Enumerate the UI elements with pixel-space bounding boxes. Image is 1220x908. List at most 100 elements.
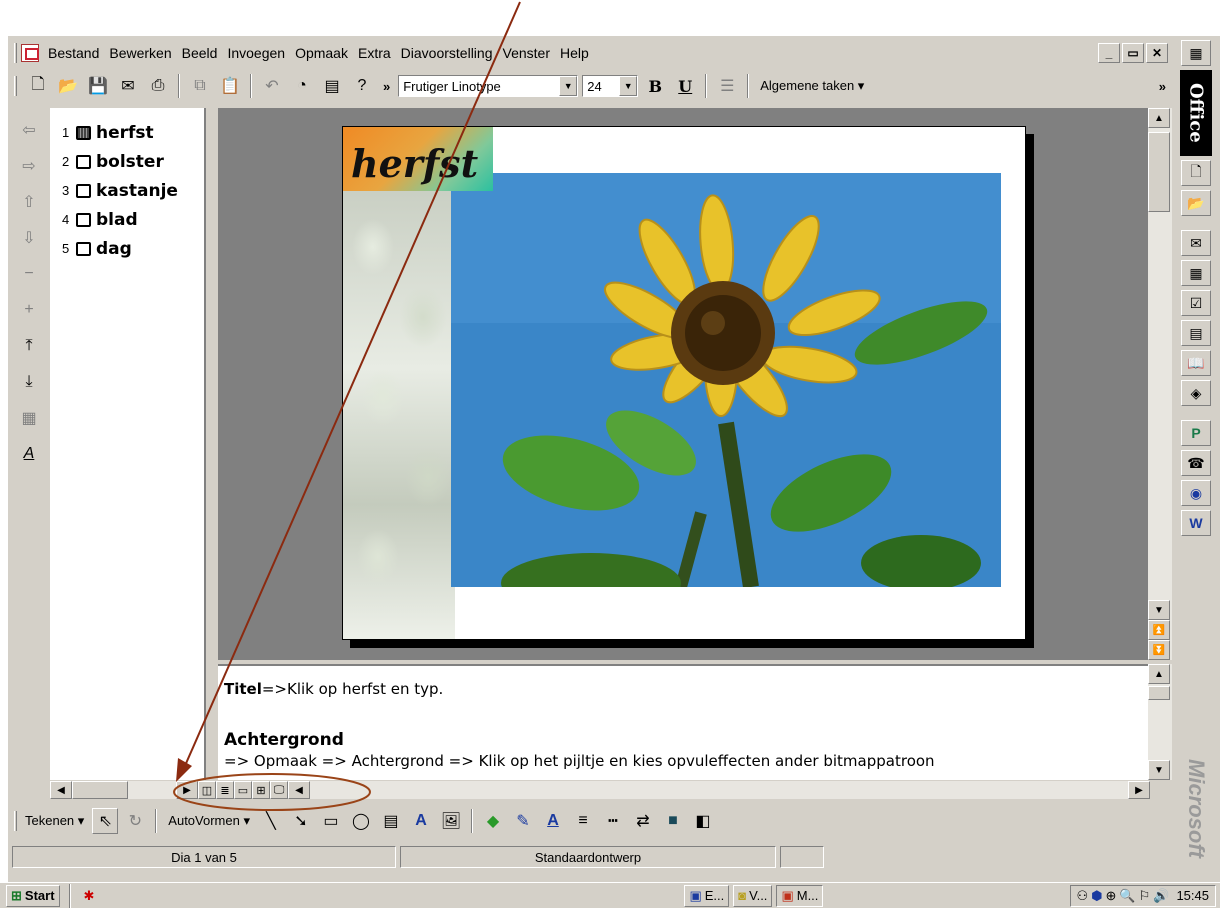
- text-box-icon[interactable]: ▤: [378, 808, 404, 834]
- scroll-thumb[interactable]: [1148, 132, 1170, 212]
- demote-icon[interactable]: ⇨: [15, 154, 43, 178]
- previous-slide-button[interactable]: ⏫: [1148, 620, 1170, 640]
- tray-bookmark-icon[interactable]: ⚐: [1139, 888, 1151, 904]
- toolbar-grip[interactable]: [14, 76, 17, 96]
- collapse-icon[interactable]: −: [15, 262, 43, 286]
- email-icon[interactable]: ✉: [115, 73, 141, 99]
- drawbar-grip[interactable]: [14, 811, 17, 831]
- paste-icon[interactable]: 📋: [217, 73, 243, 99]
- slide-title[interactable]: blad: [96, 210, 138, 230]
- new-journal-icon[interactable]: 📖: [1181, 350, 1211, 376]
- hscroll-left-button[interactable]: ◀: [50, 781, 72, 799]
- hscroll-right-button[interactable]: ▶: [176, 781, 198, 799]
- tray-shield-icon[interactable]: ⬢: [1091, 888, 1102, 904]
- toolbar-more-chevron-2[interactable]: »: [1159, 79, 1166, 94]
- clip-art-icon[interactable]: 🖼: [438, 808, 464, 834]
- outline-slide[interactable]: 5 dag: [50, 234, 204, 263]
- task-button-viewer[interactable]: ◙ V...: [733, 884, 773, 907]
- summary-slide-icon[interactable]: ▦: [15, 406, 43, 430]
- tray-network-icon[interactable]: ⚇: [1077, 888, 1089, 904]
- save-icon[interactable]: 💾: [85, 73, 111, 99]
- new-task-icon[interactable]: ☑: [1181, 290, 1211, 316]
- copy-icon[interactable]: ⧉: [187, 73, 213, 99]
- tray-volume-icon[interactable]: 🔊: [1153, 888, 1169, 904]
- hscroll-thumb[interactable]: [72, 781, 128, 799]
- 3d-icon[interactable]: ◧: [690, 808, 716, 834]
- menu-invoegen[interactable]: Invoegen: [222, 42, 290, 64]
- hscroll-left-button-2[interactable]: ◀: [288, 781, 310, 799]
- new-note-icon[interactable]: ◈: [1181, 380, 1211, 406]
- hscroll-track[interactable]: [128, 781, 176, 799]
- scroll-thumb[interactable]: [1148, 686, 1170, 700]
- expand-all-icon[interactable]: ⤓: [15, 370, 43, 394]
- minimize-button[interactable]: _: [1098, 43, 1120, 63]
- underline-button[interactable]: U: [672, 73, 698, 99]
- expand-icon[interactable]: +: [15, 298, 43, 322]
- font-color-icon[interactable]: A: [540, 808, 566, 834]
- select-pointer-icon[interactable]: ⇖: [92, 808, 119, 834]
- task-button-powerpoint[interactable]: ▣ M...: [776, 884, 824, 907]
- menu-bewerken[interactable]: Bewerken: [104, 42, 176, 64]
- office-menu-icon[interactable]: ▦: [1181, 40, 1211, 66]
- wordart-icon[interactable]: A: [408, 808, 434, 834]
- toolbar-more-chevron[interactable]: »: [383, 79, 390, 94]
- new-document-icon[interactable]: 🗋: [25, 73, 51, 99]
- quick-launch-icon[interactable]: ✱: [80, 885, 99, 907]
- sunflower-photo[interactable]: [451, 173, 1001, 587]
- move-up-icon[interactable]: ⇧: [15, 190, 43, 214]
- start-button[interactable]: ⊞ Start: [6, 884, 60, 907]
- scroll-up-button[interactable]: ▲: [1148, 664, 1170, 684]
- tray-search-icon[interactable]: 🔍: [1119, 888, 1135, 904]
- new-appointment-icon[interactable]: ▦: [1181, 260, 1211, 286]
- office-assistant-icon[interactable]: ?: [349, 73, 375, 99]
- dash-style-icon[interactable]: ┅: [600, 808, 626, 834]
- line-style-icon[interactable]: ≡: [570, 808, 596, 834]
- arrow-style-icon[interactable]: ⇄: [630, 808, 656, 834]
- outline-pane[interactable]: 1 herfst 2 bolster 3 kastanje 4 blad 5 d…: [50, 108, 206, 780]
- arrow-icon[interactable]: ➘: [288, 808, 314, 834]
- menu-venster[interactable]: Venster: [498, 42, 555, 64]
- open-folder-icon[interactable]: 📂: [55, 73, 81, 99]
- shadow-icon[interactable]: ■: [660, 808, 686, 834]
- draw-menu-button[interactable]: Tekenen ▾: [25, 813, 84, 829]
- line-icon[interactable]: ╲: [258, 808, 284, 834]
- menu-diavoorstelling[interactable]: Diavoorstelling: [396, 42, 498, 64]
- bold-button[interactable]: B: [642, 73, 668, 99]
- menu-extra[interactable]: Extra: [353, 42, 396, 64]
- slide-title[interactable]: bolster: [96, 152, 164, 172]
- outline-slide[interactable]: 4 blad: [50, 205, 204, 234]
- slide-show-icon[interactable]: 🖵: [270, 781, 288, 799]
- outlook-icon[interactable]: ☎: [1181, 450, 1211, 476]
- undo-icon[interactable]: ↶: [259, 73, 285, 99]
- show-formatting-icon[interactable]: A: [15, 442, 43, 466]
- slide-title-box[interactable]: herfst: [343, 127, 493, 191]
- common-tasks-button[interactable]: Algemene taken ▾: [760, 78, 864, 94]
- chevron-down-icon[interactable]: ▼: [619, 76, 638, 96]
- fill-color-icon[interactable]: ◆: [480, 808, 506, 834]
- menu-help[interactable]: Help: [555, 42, 594, 64]
- word-icon[interactable]: W: [1181, 510, 1211, 536]
- slide-canvas[interactable]: herfst: [342, 126, 1026, 640]
- slide-title[interactable]: kastanje: [96, 181, 178, 201]
- new-office-document-icon[interactable]: 🗋: [1181, 160, 1211, 186]
- outline-slide[interactable]: 1 herfst: [50, 118, 204, 147]
- line-color-icon[interactable]: ✎: [510, 808, 536, 834]
- scroll-down-button[interactable]: ▼: [1148, 760, 1170, 780]
- menubar-grip[interactable]: [14, 43, 17, 63]
- notes-pane[interactable]: Titel=>Klik op herfst en typ. Achtergron…: [218, 664, 1148, 780]
- promote-icon[interactable]: ⇦: [15, 118, 43, 142]
- slide-vertical-scrollbar[interactable]: ▲ ▼ ⏫ ⏬: [1148, 108, 1172, 660]
- scroll-up-button[interactable]: ▲: [1148, 108, 1170, 128]
- new-message-icon[interactable]: ✉: [1181, 230, 1211, 256]
- new-slide-icon[interactable]: ▤: [319, 73, 345, 99]
- slide-title[interactable]: dag: [96, 239, 132, 259]
- move-down-icon[interactable]: ⇩: [15, 226, 43, 250]
- task-button-word[interactable]: ▣ E...: [684, 884, 730, 907]
- new-contact-icon[interactable]: ▤: [1181, 320, 1211, 346]
- oval-icon[interactable]: ◯: [348, 808, 374, 834]
- hscroll-right-button-2[interactable]: ▶: [1128, 781, 1150, 799]
- rectangle-icon[interactable]: ▭: [318, 808, 344, 834]
- outline-slide[interactable]: 2 bolster: [50, 147, 204, 176]
- chevron-down-icon[interactable]: ▼: [559, 76, 578, 96]
- next-slide-button[interactable]: ⏬: [1148, 640, 1170, 660]
